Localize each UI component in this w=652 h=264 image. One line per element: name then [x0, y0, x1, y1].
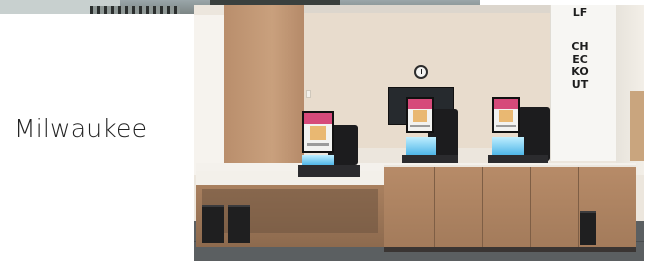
trash-bin: [580, 211, 596, 245]
location-title: Milwaukee: [14, 114, 148, 143]
counter-cabinet: [384, 165, 636, 247]
wall-clock-icon: [414, 65, 428, 79]
kiosk-scanner-light: [406, 137, 436, 155]
kiosk-screen[interactable]: [302, 111, 334, 153]
kiosk-scanner-light: [492, 137, 524, 155]
trash-bin: [202, 205, 224, 243]
wall-outlet: [306, 90, 311, 98]
library-location-card: Milwaukee LF CHECKOUT: [0, 0, 652, 264]
signage-column: LF CHECKOUT: [550, 5, 616, 161]
wall-panel: [194, 15, 226, 175]
kiosk-screen[interactable]: [492, 97, 520, 133]
sign-text-main: CHECKOUT: [571, 40, 589, 91]
trash-bin: [228, 205, 250, 243]
sign-text-top: LF: [572, 6, 588, 19]
kiosk-scanner-light: [302, 155, 334, 165]
self-checkout-photo: LF CHECKOUT: [194, 5, 644, 261]
wood-wall: [224, 5, 304, 175]
kiosk-screen[interactable]: [406, 97, 434, 133]
